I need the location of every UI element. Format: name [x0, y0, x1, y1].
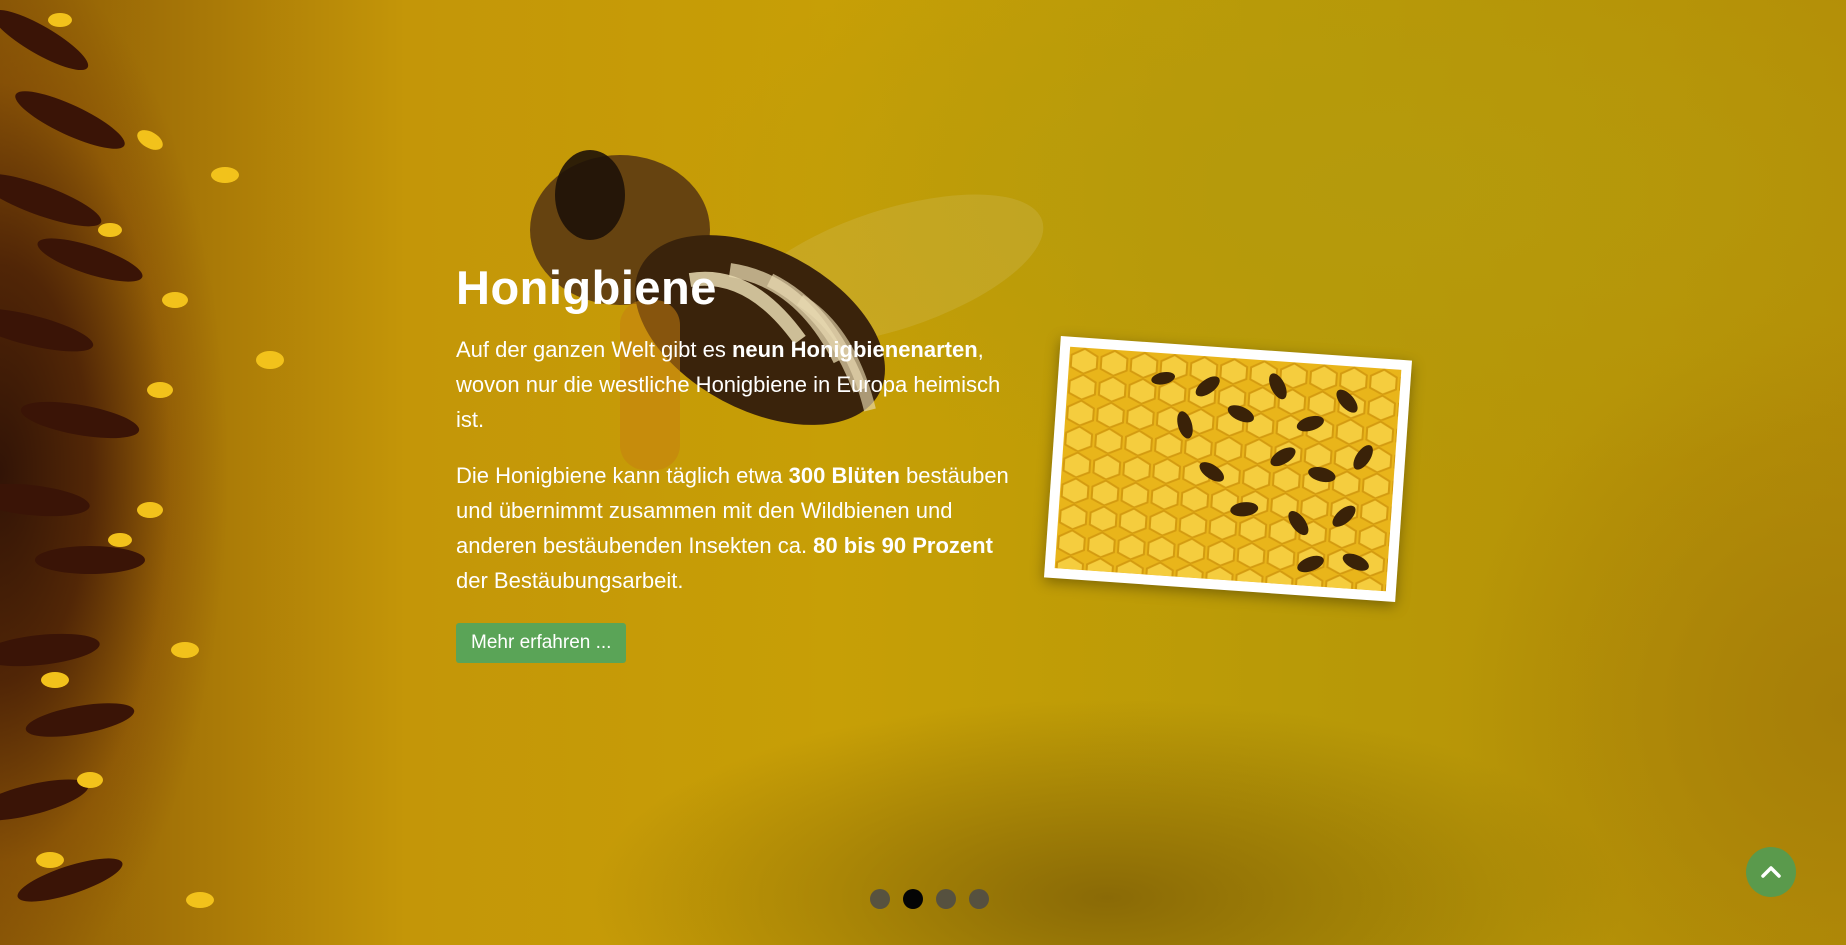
- carousel-dot-3[interactable]: [936, 889, 956, 909]
- slide-paragraph-1: Auf der ganzen Welt gibt es neun Honigbi…: [456, 336, 1001, 432]
- carousel-indicators: [870, 889, 989, 909]
- photo-frame: [1043, 336, 1413, 602]
- slide-title: Honigbiene: [456, 261, 717, 314]
- carousel-dot-4[interactable]: [969, 889, 989, 909]
- carousel-dot-1[interactable]: [870, 889, 890, 909]
- slide-paragraph-2: Die Honigbiene kann täglich etwa 300 Blü…: [456, 462, 1009, 593]
- scroll-to-top-button[interactable]: [1746, 847, 1796, 897]
- carousel-dot-2[interactable]: [903, 889, 923, 909]
- honeycomb-bees-photo: [1054, 346, 1402, 592]
- more-info-button[interactable]: Mehr erfahren ...: [456, 622, 627, 663]
- slide-content: Honigbiene Auf der ganzen Welt gibt es n…: [456, 262, 1016, 663]
- chevron-up-icon: [1761, 866, 1781, 878]
- sunflower-background: [0, 0, 380, 945]
- hero-slider: Honigbiene Auf der ganzen Welt gibt es n…: [0, 0, 1846, 945]
